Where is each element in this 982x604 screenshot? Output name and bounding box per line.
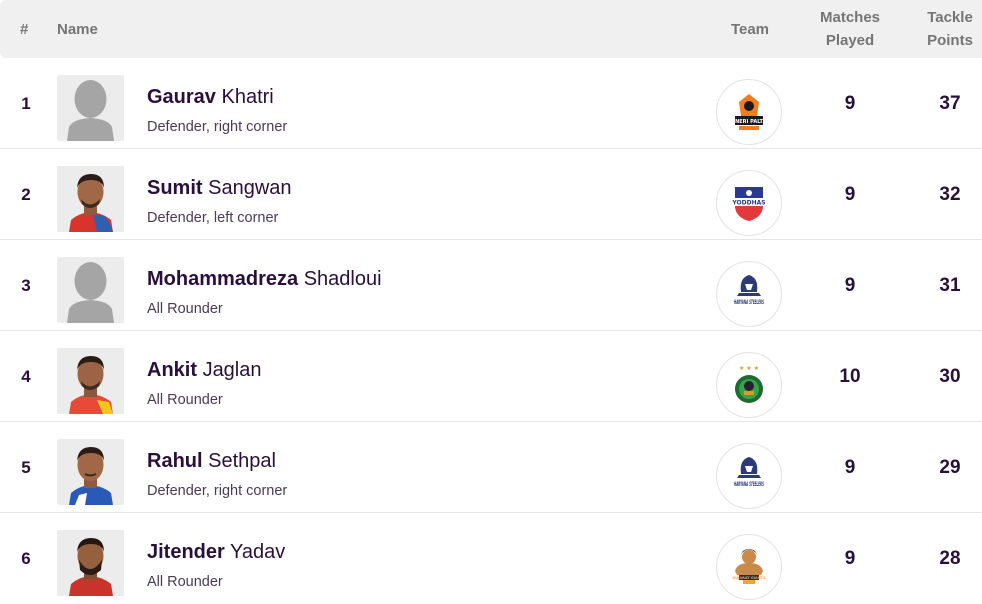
header-tackle-line1: Tackle	[927, 9, 973, 26]
gujarat-giants-logo[interactable]: GUJARAT GIANTS	[716, 534, 782, 600]
row-rank: 6	[21, 548, 31, 568]
player-role: All Rounder	[147, 392, 223, 408]
matches-played: 10	[839, 365, 861, 387]
header-matches-line1: Matches	[819, 9, 881, 26]
matches-played: 9	[844, 183, 856, 205]
table-row[interactable]: 6 Jitender Yadav All Rounder GUJARAT GIA…	[0, 513, 982, 604]
row-rank: 1	[21, 93, 31, 113]
tackle-points: 32	[939, 183, 961, 205]
player-photo	[57, 439, 124, 505]
player-name[interactable]: Jitender Yadav	[147, 541, 285, 564]
table-row[interactable]: 3 Mohammadreza Shadloui All Rounder HARY…	[0, 240, 982, 331]
tackle-points: 37	[939, 92, 961, 114]
star-icon: ★ ★ ★	[739, 365, 759, 372]
puneri-paltan-logo[interactable]: PUNERI PALTAN	[716, 79, 782, 145]
tackle-points: 28	[939, 547, 961, 569]
player-last-name: Sangwan	[208, 177, 292, 199]
header-team[interactable]: Team	[712, 0, 788, 58]
player-first-name: Gaurav	[147, 86, 216, 108]
player-placeholder-avatar	[57, 257, 124, 323]
player-name[interactable]: Ankit Jaglan	[147, 359, 262, 382]
player-name[interactable]: Gaurav Khatri	[147, 86, 274, 109]
table-header: # Name Team Matches Played Tackle Points	[0, 0, 982, 58]
table-row[interactable]: 5 Rahul Sethpal Defender, right corner H…	[0, 422, 982, 513]
player-first-name: Mohammadreza	[147, 268, 299, 290]
header-tackle-line2: Points	[927, 32, 973, 49]
player-name[interactable]: Mohammadreza Shadloui	[147, 268, 382, 291]
table-row[interactable]: 4 Ankit Jaglan All Rounder ★ ★ ★ 10 30	[0, 331, 982, 422]
player-name[interactable]: Sumit Sangwan	[147, 177, 292, 200]
player-name[interactable]: Rahul Sethpal	[147, 450, 276, 473]
header-name[interactable]: Name	[57, 0, 98, 58]
row-rank: 4	[21, 366, 31, 386]
player-first-name: Sumit	[147, 177, 203, 199]
player-role: Defender, right corner	[147, 483, 288, 499]
player-photo	[57, 348, 124, 414]
player-placeholder-avatar	[57, 75, 124, 141]
row-rank: 2	[21, 184, 31, 204]
player-role: Defender, right corner	[147, 119, 288, 135]
player-photo	[57, 166, 124, 232]
player-last-name: Khatri	[221, 86, 274, 108]
team-logo-text: PUNERI PALTAN	[727, 119, 770, 125]
team-logo-text: GUJARAT GIANTS	[732, 576, 766, 580]
leaderboard-table: # Name Team Matches Played Tackle Points 1…	[0, 0, 982, 604]
row-rank: 3	[21, 275, 31, 295]
table-row[interactable]: 2 Sumit Sangwan Defender, left corner YO…	[0, 149, 982, 240]
header-matches-played[interactable]: Matches Played	[800, 0, 900, 58]
haryana-steelers-logo[interactable]: HARYANA STEELERS	[716, 443, 782, 509]
player-first-name: Ankit	[147, 359, 197, 381]
player-role: Defender, left corner	[147, 210, 279, 226]
header-matches-line2: Played	[825, 32, 875, 49]
team-logo-text: YODDHAS	[731, 200, 765, 207]
header-tackle-points[interactable]: Tackle Points	[910, 0, 982, 58]
tackle-points: 31	[939, 274, 961, 296]
team-logo-text: HARYANA STEELERS	[734, 298, 764, 306]
matches-played: 9	[844, 547, 856, 569]
patna-pirates-logo[interactable]: ★ ★ ★	[716, 352, 782, 418]
tackle-points: 30	[939, 365, 961, 387]
matches-played: 9	[844, 456, 856, 478]
tackle-points: 29	[939, 456, 961, 478]
table-row[interactable]: 1 Gaurav Khatri Defender, right corner P…	[0, 58, 982, 149]
player-role: All Rounder	[147, 574, 223, 590]
team-logo-text: HARYANA STEELERS	[734, 480, 764, 488]
matches-played: 9	[844, 274, 856, 296]
header-rank: #	[20, 20, 29, 38]
row-rank: 5	[21, 457, 31, 477]
player-last-name: Sethpal	[208, 450, 276, 472]
player-last-name: Jaglan	[202, 359, 262, 381]
matches-played: 9	[844, 92, 856, 114]
up-yoddhas-logo[interactable]: YODDHAS	[716, 170, 782, 236]
player-role: All Rounder	[147, 301, 223, 317]
haryana-steelers-logo[interactable]: HARYANA STEELERS	[716, 261, 782, 327]
player-photo	[57, 530, 124, 596]
player-last-name: Yadav	[230, 541, 286, 563]
player-first-name: Jitender	[147, 541, 225, 563]
player-last-name: Shadloui	[303, 268, 382, 290]
player-first-name: Rahul	[147, 450, 203, 472]
